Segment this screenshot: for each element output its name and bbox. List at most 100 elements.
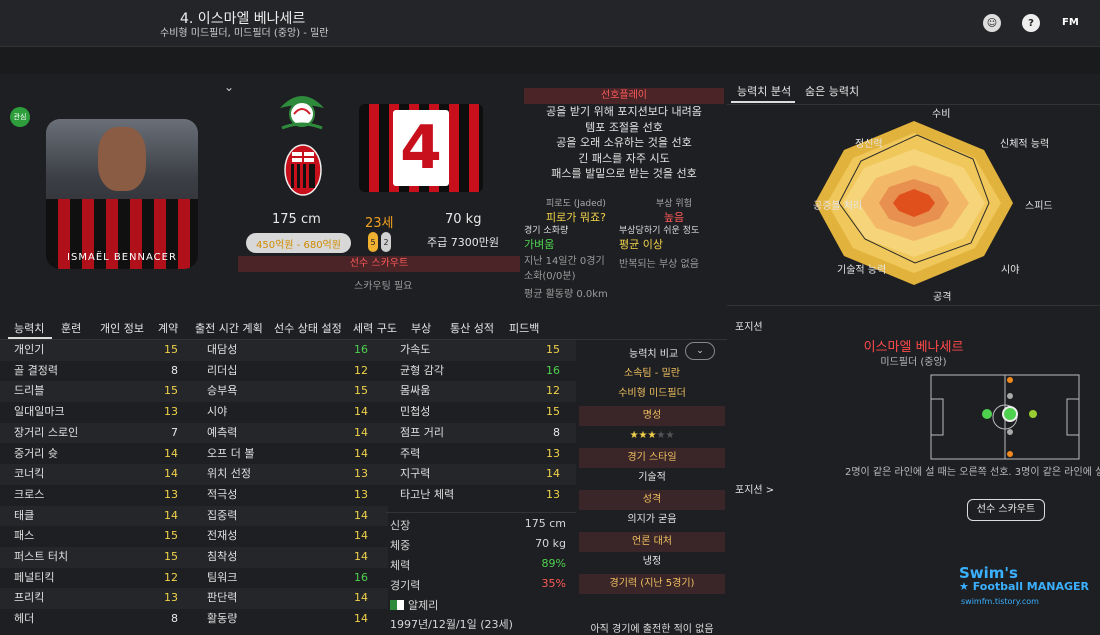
attribute-row[interactable]: 골 결정력 8 [0, 361, 195, 382]
compare-dropdown-chevron-icon[interactable]: ⌄ [685, 342, 715, 360]
tab-contract[interactable]: 계약 [158, 320, 178, 336]
attribute-row[interactable]: 중거리 슛 14 [0, 444, 195, 465]
attribute-value: 15 [164, 529, 178, 543]
radar-label: 공중볼 처리 [813, 201, 863, 212]
attribute-row[interactable]: 리더십 12 [193, 361, 388, 382]
tab-playing-time[interactable]: 출전 시간 계획 [195, 320, 263, 336]
scout-text: 스카우팅 필요 [354, 281, 413, 292]
attribute-value: 15 [164, 550, 178, 563]
player-photo: ISMAËL BENNACER [46, 119, 198, 269]
help-icon[interactable]: ? [1022, 14, 1040, 32]
attribute-value: 8 [171, 363, 178, 377]
attribute-row[interactable]: 시야 14 [193, 402, 388, 423]
attribute-row[interactable]: 드리블 15 [0, 381, 195, 403]
form-value: 아직 경기에 출전한 적이 없음 [590, 624, 714, 635]
attribute-name: 집중력 [207, 508, 238, 522]
attribute-row[interactable]: 태클 14 [0, 505, 195, 527]
attribute-row[interactable]: 적극성 13 [193, 485, 388, 506]
attribute-row[interactable]: 일대일마크 13 [0, 402, 195, 423]
attribute-value: 13 [354, 467, 368, 481]
tab-attribute-analysis[interactable]: 능력치 분석 [737, 83, 791, 99]
attribute-value: 14 [164, 467, 178, 481]
attribute-name: 코너킥 [14, 467, 45, 481]
personality-value: 의지가 굳음 [627, 514, 677, 525]
tab-hidden-attributes[interactable]: 숨은 능력치 [805, 83, 859, 99]
position-header: 포지션 [735, 322, 763, 333]
attribute-row[interactable]: 전재성 14 [193, 526, 388, 547]
fm-logo[interactable]: FM [1062, 17, 1079, 28]
attribute-value: 12 [546, 384, 560, 398]
attribute-value: 7 [171, 425, 178, 439]
attribute-row[interactable]: 지구력 14 [386, 464, 576, 485]
attribute-value: 8 [553, 425, 560, 439]
chevron-down-icon[interactable]: ⌄ [224, 80, 234, 94]
attribute-row[interactable]: 균형 감각 16 [386, 361, 576, 382]
attribute-value: 16 [354, 343, 368, 356]
attribute-row[interactable]: 장거리 스로인 7 [0, 422, 195, 444]
attribute-row[interactable]: 활동량 14 [193, 609, 388, 630]
radar-label: 스피드 [1025, 201, 1053, 212]
attribute-value: 14 [354, 508, 368, 522]
attribute-name: 위치 선정 [207, 467, 251, 481]
match-load: 경기 소화량 가벼움 지난 14일간 0경기 소화(0/0분) [524, 226, 605, 282]
attribute-row[interactable]: 주력 13 [386, 444, 576, 465]
attribute-row[interactable]: 점프 거리 8 [386, 422, 576, 444]
nation-crest-icon [280, 96, 324, 130]
scout-button[interactable]: 선수 스카우트 [967, 499, 1045, 521]
attribute-row[interactable]: 페널티킥 12 [0, 568, 195, 589]
tab-attributes[interactable]: 능력치 [14, 320, 44, 336]
interest-badge[interactable]: 관심 [10, 107, 30, 127]
attribute-value: 13 [354, 487, 368, 501]
shirt-number-kit: 4 [359, 104, 483, 192]
pref-item: 공을 오래 소유하는 것을 선호 [556, 136, 692, 149]
fatigue: 피로도 (Jaded) 피로가 뭐죠? [546, 199, 606, 224]
value-range[interactable]: 450억원 - 680억원 [246, 233, 351, 253]
tab-history[interactable]: 통산 성적 [450, 320, 494, 336]
position-link[interactable]: 포지션 > [735, 481, 774, 496]
tab-feedback[interactable]: 피드백 [509, 320, 539, 336]
attribute-row[interactable]: 개인기 15 [0, 340, 195, 361]
photo-name: ISMAËL BENNACER [67, 252, 177, 263]
attribute-row[interactable]: 승부욕 15 [193, 381, 388, 403]
tab-dynamics[interactable]: 세력 구도 [353, 320, 397, 336]
attribute-row[interactable]: 몸싸움 12 [386, 381, 576, 403]
tab-status[interactable]: 선수 상태 설정 [274, 320, 342, 336]
style-value: 기술적 [638, 472, 666, 483]
attribute-row[interactable]: 프리킥 13 [0, 588, 195, 610]
attribute-value: 13 [164, 591, 178, 605]
attribute-name: 프리킥 [14, 591, 45, 605]
face-icon[interactable]: ☺ [983, 14, 1001, 32]
attribute-name: 판단력 [207, 591, 238, 605]
club-crest-icon [284, 144, 322, 196]
attribute-name: 균형 감각 [400, 363, 444, 377]
attribute-row[interactable]: 헤더 8 [0, 609, 195, 630]
attribute-row[interactable]: 타고난 체력 13 [386, 485, 576, 506]
tab-injury[interactable]: 부상 [411, 320, 431, 336]
foot-ratings: 5 2 [368, 232, 391, 252]
attribute-row[interactable]: 팀워크 16 [193, 568, 388, 589]
attribute-row[interactable]: 패스 15 [0, 526, 195, 547]
attribute-row[interactable]: 퍼스트 터치 15 [0, 547, 195, 568]
attribute-value: 15 [164, 384, 178, 398]
pref-item: 템포 조절을 선호 [585, 120, 663, 134]
attribute-row[interactable]: 코너킥 14 [0, 464, 195, 485]
attribute-row[interactable]: 위치 선정 13 [193, 464, 388, 485]
tab-personal[interactable]: 개인 정보 [100, 320, 144, 336]
injury-prone: 부상당하기 쉬운 정도 평균 이상 반복되는 부상 없음 [619, 226, 700, 270]
attribute-row[interactable]: 집중력 14 [193, 505, 388, 527]
attribute-row[interactable]: 가속도 15 [386, 340, 576, 361]
attribute-row[interactable]: 크로스 13 [0, 485, 195, 506]
attribute-row[interactable]: 예측력 14 [193, 422, 388, 444]
attribute-row[interactable]: 판단력 14 [193, 588, 388, 610]
mental-attributes: 대담성 16 리더십 12 승부욕 15 시야 14 예측력 14 오프 더 볼 14 위치 선정 13 적… [193, 340, 388, 632]
personal-compare: 능력치 비교 ⌄ 소속팀 - 밀란 수비형 미드필더 명성 ★★★★★ 경기 스… [579, 340, 725, 635]
attribute-row[interactable]: 대담성 16 [193, 340, 388, 361]
attribute-name: 민첩성 [400, 405, 431, 419]
weight-value: 70 kg [445, 212, 482, 227]
attribute-row[interactable]: 오프 더 볼 14 [193, 444, 388, 465]
compare-title: 능력치 비교 [629, 349, 679, 360]
attribute-row[interactable]: 민첩성 15 [386, 402, 576, 423]
tab-training[interactable]: 훈련 [61, 320, 81, 336]
attribute-row[interactable]: 침착성 14 [193, 547, 388, 568]
attribute-value: 14 [164, 446, 178, 460]
